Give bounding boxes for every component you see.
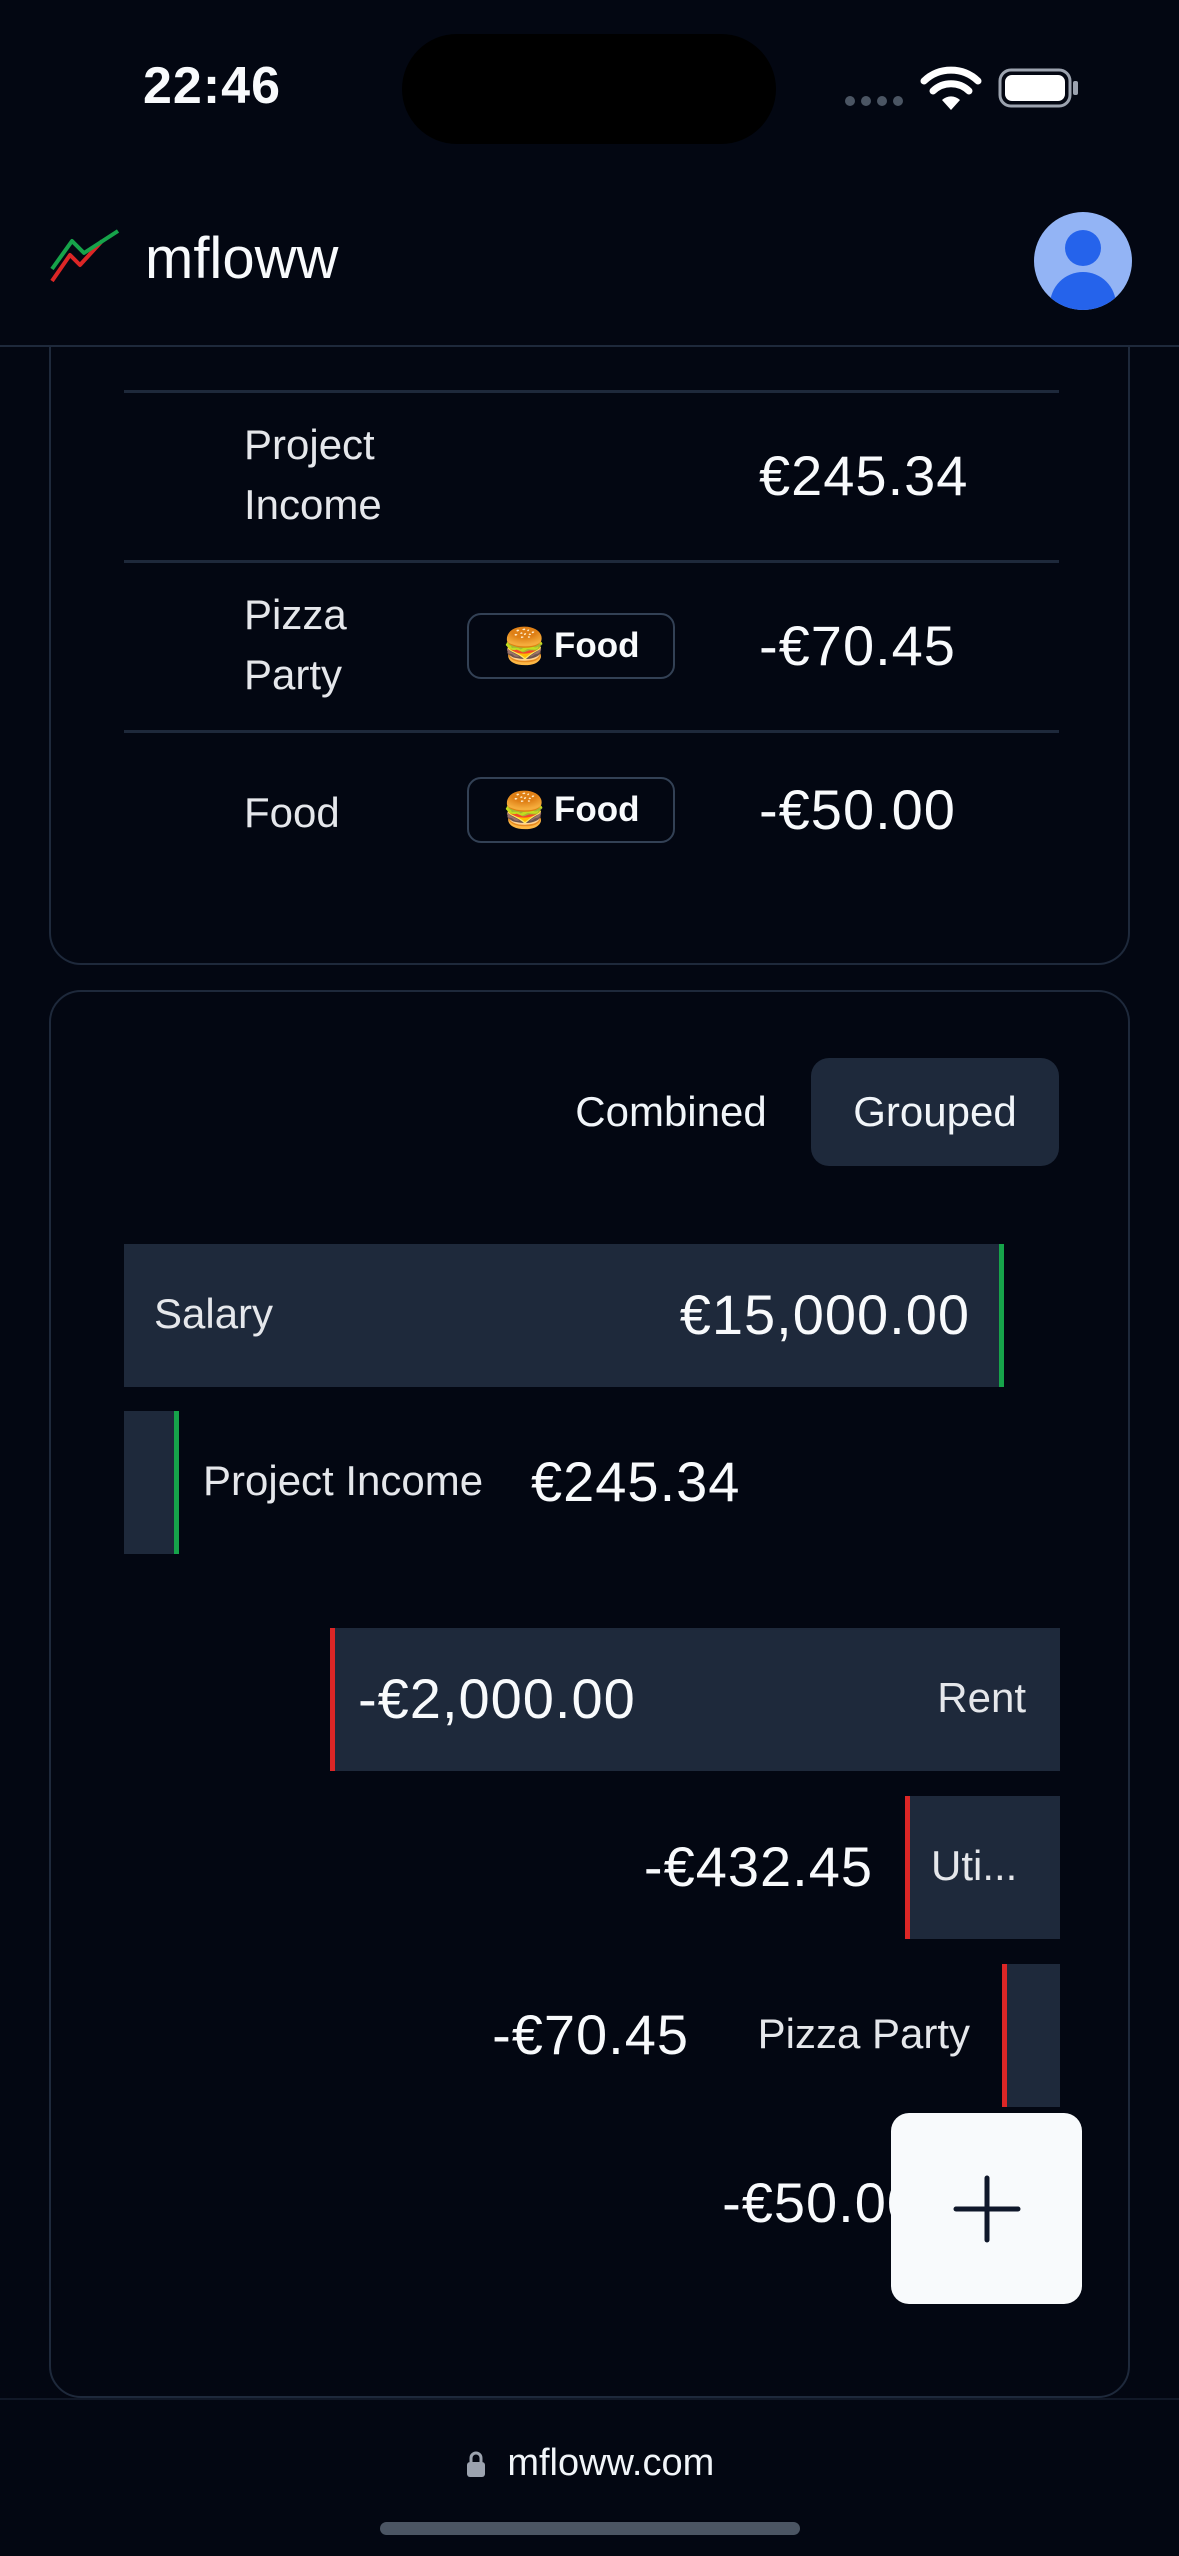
transactions-card: Project Income €245.34 Pizza Party 🍔 Foo… bbox=[49, 300, 1130, 965]
add-transaction-button[interactable] bbox=[891, 2113, 1082, 2304]
transaction-name: Pizza Party bbox=[244, 591, 347, 698]
income-bar-label: Project Income bbox=[203, 1457, 484, 1504]
status-time: 22:46 bbox=[143, 57, 281, 115]
category-badge[interactable]: 🍔 Food bbox=[467, 777, 675, 843]
income-bar-value: €15,000.00 bbox=[679, 1283, 970, 1346]
toggle-combined[interactable]: Combined bbox=[546, 1058, 796, 1166]
expense-bar-value: -€50.00 bbox=[722, 2171, 919, 2234]
transaction-name: Project Income bbox=[244, 421, 382, 528]
expense-bar[interactable] bbox=[1002, 1964, 1060, 2107]
battery-icon bbox=[998, 68, 1078, 108]
category-label: Food bbox=[554, 790, 640, 829]
income-bar-value: €245.34 bbox=[531, 1450, 741, 1513]
expense-bar-label: Uti... bbox=[931, 1842, 1018, 1889]
plus-icon bbox=[953, 2175, 1020, 2242]
category-label: Food bbox=[554, 626, 640, 665]
home-indicator[interactable] bbox=[380, 2522, 800, 2535]
burger-icon: 🍔 bbox=[502, 790, 547, 830]
expense-bar-value: -€70.45 bbox=[492, 2003, 689, 2066]
toggle-grouped[interactable]: Grouped bbox=[811, 1058, 1059, 1166]
user-avatar[interactable] bbox=[1034, 212, 1132, 310]
table-row[interactable]: Pizza Party 🍔 Food -€70.45 bbox=[124, 560, 1059, 730]
transaction-amount: €245.34 bbox=[759, 444, 969, 507]
expense-bar-value: -€2,000.00 bbox=[358, 1667, 636, 1730]
wifi-icon bbox=[920, 66, 982, 110]
avatar-body bbox=[1050, 272, 1116, 310]
income-bar[interactable] bbox=[124, 1411, 179, 1554]
transaction-amount: -€70.45 bbox=[759, 614, 956, 677]
table-row[interactable]: Food 🍔 Food -€50.00 bbox=[124, 730, 1059, 890]
app-title[interactable]: mfloww bbox=[145, 225, 338, 292]
url-text: mfloww.com bbox=[507, 2442, 715, 2484]
cellular-signal-icon bbox=[845, 96, 903, 106]
dynamic-island bbox=[402, 34, 776, 144]
expense-bar-value: -€432.45 bbox=[643, 1835, 873, 1898]
burger-icon: 🍔 bbox=[502, 626, 547, 666]
browser-bar: mfloww.com bbox=[0, 2398, 1179, 2556]
app-header: mfloww bbox=[0, 175, 1179, 347]
transaction-name: Food bbox=[244, 789, 340, 836]
expense-bar-label: Rent bbox=[937, 1674, 1026, 1721]
transaction-amount: -€50.00 bbox=[759, 778, 956, 841]
url-bar[interactable]: mfloww.com bbox=[0, 2442, 1179, 2485]
expense-bar-label: Pizza Party bbox=[757, 2010, 970, 2057]
lock-icon bbox=[466, 2451, 485, 2477]
table-row[interactable]: Project Income €245.34 bbox=[124, 390, 1059, 560]
logo-icon[interactable] bbox=[48, 225, 122, 287]
status-bar: 22:46 bbox=[0, 0, 1179, 175]
category-badge[interactable]: 🍔 Food bbox=[467, 613, 675, 679]
avatar-head bbox=[1065, 230, 1101, 266]
income-bar-label: Salary bbox=[154, 1290, 274, 1337]
